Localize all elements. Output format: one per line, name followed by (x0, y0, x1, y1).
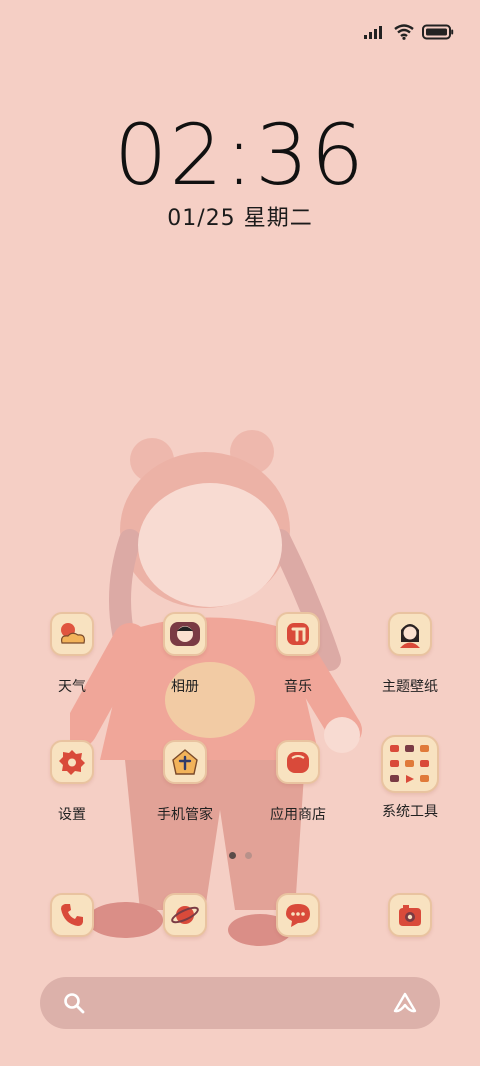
date-weekday: 星期二 (243, 206, 313, 231)
dock-camera[interactable] (360, 893, 460, 937)
app-label: 主题壁纸 (382, 679, 438, 695)
app-label: 天气 (58, 679, 86, 695)
themes-icon (388, 612, 432, 656)
date-display: 01/25 星期二 (0, 200, 480, 232)
search-bar[interactable] (40, 977, 440, 1029)
app-store-icon (276, 740, 320, 784)
app-label: 音乐 (284, 679, 312, 695)
app-store[interactable]: 应用商店 (248, 740, 348, 824)
app-music[interactable]: 音乐 (248, 612, 348, 696)
phone-icon (50, 893, 94, 937)
search-icon[interactable] (62, 991, 86, 1015)
app-security[interactable]: 手机管家 (135, 740, 235, 824)
battery-icon (422, 24, 454, 40)
lockscreen-clock[interactable]: 02:36 (0, 106, 480, 204)
page-dot-active[interactable] (228, 852, 236, 859)
gallery-icon (163, 612, 207, 656)
app-gallery[interactable]: 相册 (135, 612, 235, 696)
music-icon (276, 612, 320, 656)
dock-phone[interactable] (22, 893, 122, 937)
page-indicator[interactable] (0, 852, 480, 859)
security-icon (163, 740, 207, 784)
messages-icon (276, 893, 320, 937)
tools-folder-icon (381, 735, 439, 793)
app-label: 设置 (58, 807, 86, 823)
camera-icon (388, 893, 432, 937)
settings-icon (50, 740, 94, 784)
app-label: 相册 (171, 679, 199, 695)
assistant-icon[interactable] (392, 991, 418, 1015)
folder-system-tools[interactable]: 系统工具 (360, 735, 460, 821)
cellular-signal-icon (364, 26, 382, 39)
app-weather[interactable]: 天气 (22, 612, 122, 696)
weather-icon (50, 612, 94, 656)
dock-messages[interactable] (248, 893, 348, 937)
page-dot[interactable] (244, 852, 252, 859)
app-label: 手机管家 (157, 807, 213, 823)
app-label: 应用商店 (270, 807, 326, 823)
app-settings[interactable]: 设置 (22, 740, 122, 824)
status-bar (364, 22, 454, 42)
wifi-icon (394, 24, 414, 40)
date-day: 01/25 (167, 206, 236, 231)
app-label: 系统工具 (382, 804, 438, 820)
browser-icon (163, 893, 207, 937)
dock-browser[interactable] (135, 893, 235, 937)
app-themes[interactable]: 主题壁纸 (360, 612, 460, 696)
